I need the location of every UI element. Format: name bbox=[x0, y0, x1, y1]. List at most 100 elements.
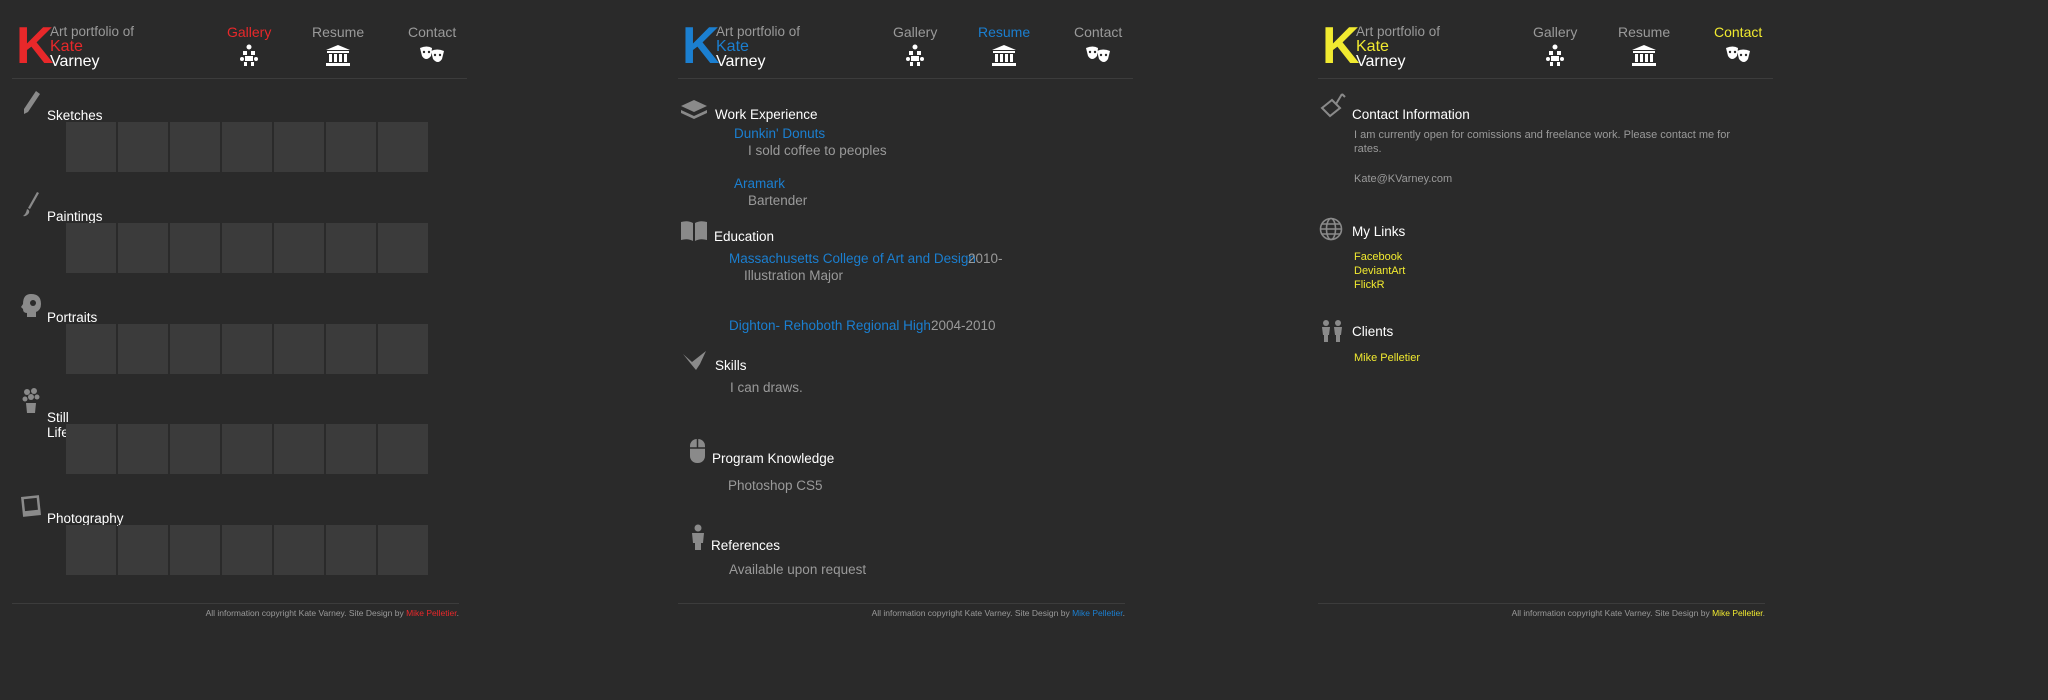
designer-link[interactable]: Mike Pelletier bbox=[406, 608, 457, 618]
nav-contact[interactable]: Contact bbox=[1074, 24, 1122, 66]
thumbnail[interactable] bbox=[222, 122, 272, 172]
gallery-icon bbox=[240, 44, 259, 66]
logo-text: Art portfolio of Kate Varney bbox=[50, 24, 135, 70]
gallery-icon bbox=[1546, 44, 1565, 66]
thumbnail-row bbox=[66, 424, 428, 474]
program-knowledge-title: Program Knowledge bbox=[712, 451, 835, 466]
logo-letter: K bbox=[1322, 17, 1360, 75]
thumbnail[interactable] bbox=[66, 525, 116, 575]
thumbnail-row bbox=[66, 525, 428, 575]
thumbnail[interactable] bbox=[170, 324, 220, 374]
footer-divider bbox=[1318, 603, 1765, 604]
nav-contact-label: Contact bbox=[1074, 24, 1123, 40]
thumbnail[interactable] bbox=[66, 223, 116, 273]
link-facebook[interactable]: Facebook bbox=[1354, 251, 1402, 263]
logo-text: Art portfolio of Kate Varney bbox=[716, 24, 800, 70]
thumbnail[interactable] bbox=[378, 324, 428, 374]
thumbnail[interactable] bbox=[118, 223, 168, 273]
open-book-icon bbox=[681, 221, 707, 241]
nav-gallery-label: Gallery bbox=[227, 24, 272, 40]
nav-gallery[interactable]: Gallery bbox=[1533, 24, 1577, 66]
thumbnail[interactable] bbox=[274, 122, 324, 172]
thumbnail[interactable] bbox=[222, 223, 272, 273]
thumbnail[interactable] bbox=[66, 324, 116, 374]
link-flickr[interactable]: FlickR bbox=[1354, 279, 1385, 291]
thumbnail[interactable] bbox=[378, 424, 428, 474]
site-header: K Art portfolio of Kate Varney Gallery R… bbox=[678, 0, 1133, 79]
column-building-icon bbox=[1632, 45, 1657, 66]
job-company[interactable]: Dunkin' Donuts bbox=[734, 126, 825, 141]
logo-k[interactable]: K bbox=[682, 20, 720, 72]
link-deviantart[interactable]: DeviantArt bbox=[1354, 265, 1405, 277]
thumbnail[interactable] bbox=[118, 525, 168, 575]
footer-text: All information copyright Kate Varney. S… bbox=[871, 608, 1073, 618]
nav-gallery[interactable]: Gallery bbox=[893, 24, 937, 66]
references-title: References bbox=[711, 538, 781, 553]
school-name[interactable]: Dighton- Rehoboth Regional High bbox=[729, 318, 931, 333]
nav-gallery-label: Gallery bbox=[893, 24, 938, 40]
nav-resume[interactable]: Resume bbox=[978, 24, 1030, 66]
thumbnail[interactable] bbox=[118, 424, 168, 474]
school-detail: Illustration Major bbox=[744, 268, 844, 283]
thumbnail[interactable] bbox=[274, 324, 324, 374]
nav-contact[interactable]: Contact bbox=[408, 24, 456, 66]
logo-last-name: Varney bbox=[1356, 53, 1406, 70]
thumbnail[interactable] bbox=[66, 424, 116, 474]
logo-first-name: Kate bbox=[50, 38, 83, 55]
thumbnail[interactable] bbox=[170, 223, 220, 273]
thumbnail[interactable] bbox=[170, 525, 220, 575]
person-icon bbox=[692, 524, 704, 550]
section-title: Portraits bbox=[47, 310, 98, 325]
thumbnail[interactable] bbox=[118, 122, 168, 172]
thumbnail[interactable] bbox=[118, 324, 168, 374]
client-item[interactable]: Mike Pelletier bbox=[1354, 352, 1420, 364]
nav-resume[interactable]: Resume bbox=[1618, 24, 1670, 66]
nav-resume[interactable]: Resume bbox=[312, 24, 364, 66]
thumbnail[interactable] bbox=[170, 424, 220, 474]
thumbnail[interactable] bbox=[326, 223, 376, 273]
job-description: Bartender bbox=[748, 193, 808, 208]
thumbnail[interactable] bbox=[222, 324, 272, 374]
footer-divider bbox=[678, 603, 1125, 604]
paper-crane-icon bbox=[683, 351, 706, 370]
thumbnail[interactable] bbox=[378, 525, 428, 575]
theater-masks-icon bbox=[1086, 46, 1111, 62]
logo-last-name: Varney bbox=[716, 53, 766, 70]
job-company[interactable]: Aramark bbox=[734, 176, 785, 191]
school-years: 2004-2010 bbox=[931, 318, 996, 333]
logo-subtitle: Art portfolio of bbox=[50, 24, 135, 39]
logo-first-name: Kate bbox=[1356, 38, 1389, 55]
my-links-title: My Links bbox=[1352, 224, 1406, 239]
thumbnail[interactable] bbox=[326, 324, 376, 374]
thumbnail[interactable] bbox=[274, 525, 324, 575]
thumbnail[interactable] bbox=[66, 122, 116, 172]
thumbnail[interactable] bbox=[378, 223, 428, 273]
nav-contact-label: Contact bbox=[408, 24, 457, 40]
thumbnail[interactable] bbox=[326, 424, 376, 474]
logo-k[interactable]: K bbox=[1322, 20, 1360, 72]
thumbnail[interactable] bbox=[170, 122, 220, 172]
contact-info-title: Contact Information bbox=[1352, 107, 1470, 122]
thumbnail[interactable] bbox=[326, 525, 376, 575]
thumbnail[interactable] bbox=[274, 424, 324, 474]
contact-page: K Art portfolio of Kate Varney Gallery R… bbox=[1318, 0, 1773, 700]
theater-masks-icon bbox=[1726, 46, 1751, 62]
designer-link[interactable]: Mike Pelletier bbox=[1072, 608, 1123, 618]
logo-subtitle: Art portfolio of bbox=[1356, 24, 1441, 39]
thumbnail[interactable] bbox=[378, 122, 428, 172]
logo-k[interactable]: K bbox=[16, 20, 54, 72]
section-title: Paintings bbox=[47, 209, 103, 224]
nav-gallery[interactable]: Gallery bbox=[227, 24, 271, 66]
thumbnail[interactable] bbox=[274, 223, 324, 273]
school-name[interactable]: Massachusetts College of Art and Design bbox=[729, 251, 976, 266]
contact-email[interactable]: Kate@KVarney.com bbox=[1354, 172, 1452, 186]
site-header: K Art portfolio of Kate Varney Gallery R… bbox=[12, 0, 467, 79]
footer-end: . bbox=[1122, 608, 1125, 618]
designer-link[interactable]: Mike Pelletier bbox=[1712, 608, 1763, 618]
thumbnail[interactable] bbox=[222, 525, 272, 575]
thumbnail[interactable] bbox=[222, 424, 272, 474]
nav-contact[interactable]: Contact bbox=[1714, 24, 1762, 66]
job-description: I sold coffee to peoples bbox=[748, 143, 887, 158]
skills-text: I can draws. bbox=[730, 380, 803, 395]
thumbnail[interactable] bbox=[326, 122, 376, 172]
